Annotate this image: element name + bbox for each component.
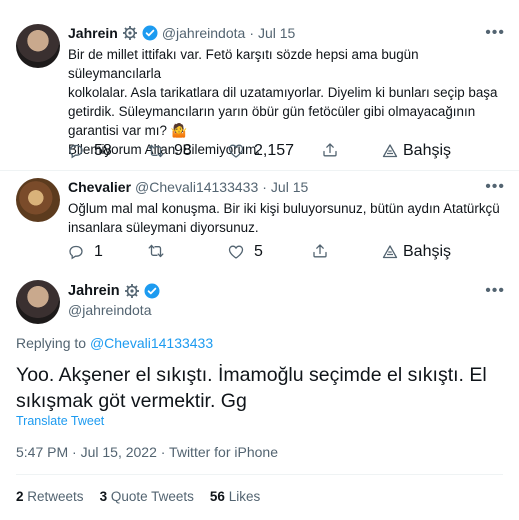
tip-label: Bahşiş bbox=[403, 243, 452, 260]
tweet-text: Oğlum mal mal konuşma. Bir iki kişi bulu… bbox=[68, 201, 500, 235]
retweet-icon bbox=[148, 144, 164, 158]
more-options-icon[interactable]: ••• bbox=[485, 179, 505, 195]
gear-badge-icon bbox=[124, 284, 139, 298]
share-button[interactable] bbox=[322, 142, 338, 158]
gear-badge-icon bbox=[122, 26, 137, 40]
replying-to-link[interactable]: @Chevali14133433 bbox=[90, 335, 213, 351]
reply-icon bbox=[69, 144, 83, 159]
avatar[interactable] bbox=[16, 178, 60, 222]
tweet-header: Jahrein @jahreindota · Jul 15 bbox=[68, 25, 295, 41]
share-button[interactable] bbox=[312, 243, 328, 259]
replying-prefix: Replying to bbox=[16, 335, 87, 351]
retweet-count: 98 bbox=[174, 142, 192, 159]
avatar[interactable] bbox=[16, 280, 60, 324]
more-options-icon[interactable]: ••• bbox=[485, 25, 505, 41]
main-author-name-line: Jahrein bbox=[68, 283, 160, 299]
share-icon bbox=[313, 244, 327, 258]
reply-count: 1 bbox=[94, 243, 103, 260]
tip-button[interactable]: Bahşiş bbox=[382, 243, 451, 261]
tip-label: Bahşiş bbox=[403, 142, 452, 159]
like-count: 5 bbox=[254, 243, 263, 260]
author-handle[interactable]: @jahreindota bbox=[162, 25, 246, 41]
like-button[interactable]: 5 bbox=[228, 243, 263, 261]
tip-icon bbox=[382, 144, 398, 158]
tweet-timestamp[interactable]: 5:47 PM · Jul 15, 2022 · Twitter for iPh… bbox=[16, 444, 278, 460]
reply-button[interactable]: 58 bbox=[68, 142, 112, 160]
retweet-button[interactable] bbox=[148, 243, 174, 259]
like-button[interactable]: 2,157 bbox=[228, 142, 294, 160]
author-name[interactable]: Jahrein bbox=[68, 283, 120, 299]
tweet-stats: 2 Retweets 3 Quote Tweets 56 Likes bbox=[16, 489, 260, 504]
divider bbox=[16, 474, 503, 475]
heart-icon bbox=[228, 144, 244, 158]
likes-stat[interactable]: 56 Likes bbox=[210, 489, 260, 504]
avatar[interactable] bbox=[16, 24, 60, 68]
main-tweet-text: Yoo. Akşener el sıkıştı. İmamoğlu seçimd… bbox=[16, 364, 487, 412]
retweet-button[interactable]: 98 bbox=[148, 142, 192, 160]
tweet-time[interactable]: Jul 15 bbox=[271, 179, 308, 195]
separator-dot: · bbox=[249, 25, 254, 41]
main-author-handle-line: @jahreindota bbox=[68, 302, 152, 318]
tweet-time[interactable]: Jul 15 bbox=[258, 25, 295, 41]
divider bbox=[0, 170, 519, 171]
translate-tweet-link[interactable]: Translate Tweet bbox=[16, 414, 104, 428]
separator-dot: · bbox=[262, 179, 267, 195]
verified-icon bbox=[144, 283, 160, 299]
tip-button[interactable]: Bahşiş bbox=[382, 142, 451, 160]
tip-icon bbox=[382, 245, 398, 259]
quote-tweets-stat[interactable]: 3 Quote Tweets bbox=[100, 489, 194, 504]
reply-icon bbox=[69, 245, 83, 260]
heart-icon bbox=[228, 245, 244, 259]
tweet-header: Chevalier @Chevali14133433 · Jul 15 bbox=[68, 179, 308, 195]
retweet-icon bbox=[148, 244, 164, 258]
author-name[interactable]: Jahrein bbox=[68, 25, 118, 41]
author-handle[interactable]: @Chevali14133433 bbox=[135, 179, 258, 195]
reply-button[interactable]: 1 bbox=[68, 243, 103, 261]
retweets-stat[interactable]: 2 Retweets bbox=[16, 489, 84, 504]
author-handle[interactable]: @jahreindota bbox=[68, 302, 152, 318]
verified-icon bbox=[142, 25, 158, 41]
share-icon bbox=[323, 143, 337, 157]
like-count: 2,157 bbox=[254, 142, 295, 159]
more-options-icon[interactable]: ••• bbox=[485, 283, 505, 299]
reply-count: 58 bbox=[94, 142, 112, 159]
author-name[interactable]: Chevalier bbox=[68, 179, 131, 195]
replying-to: Replying to @Chevali14133433 bbox=[16, 335, 213, 351]
